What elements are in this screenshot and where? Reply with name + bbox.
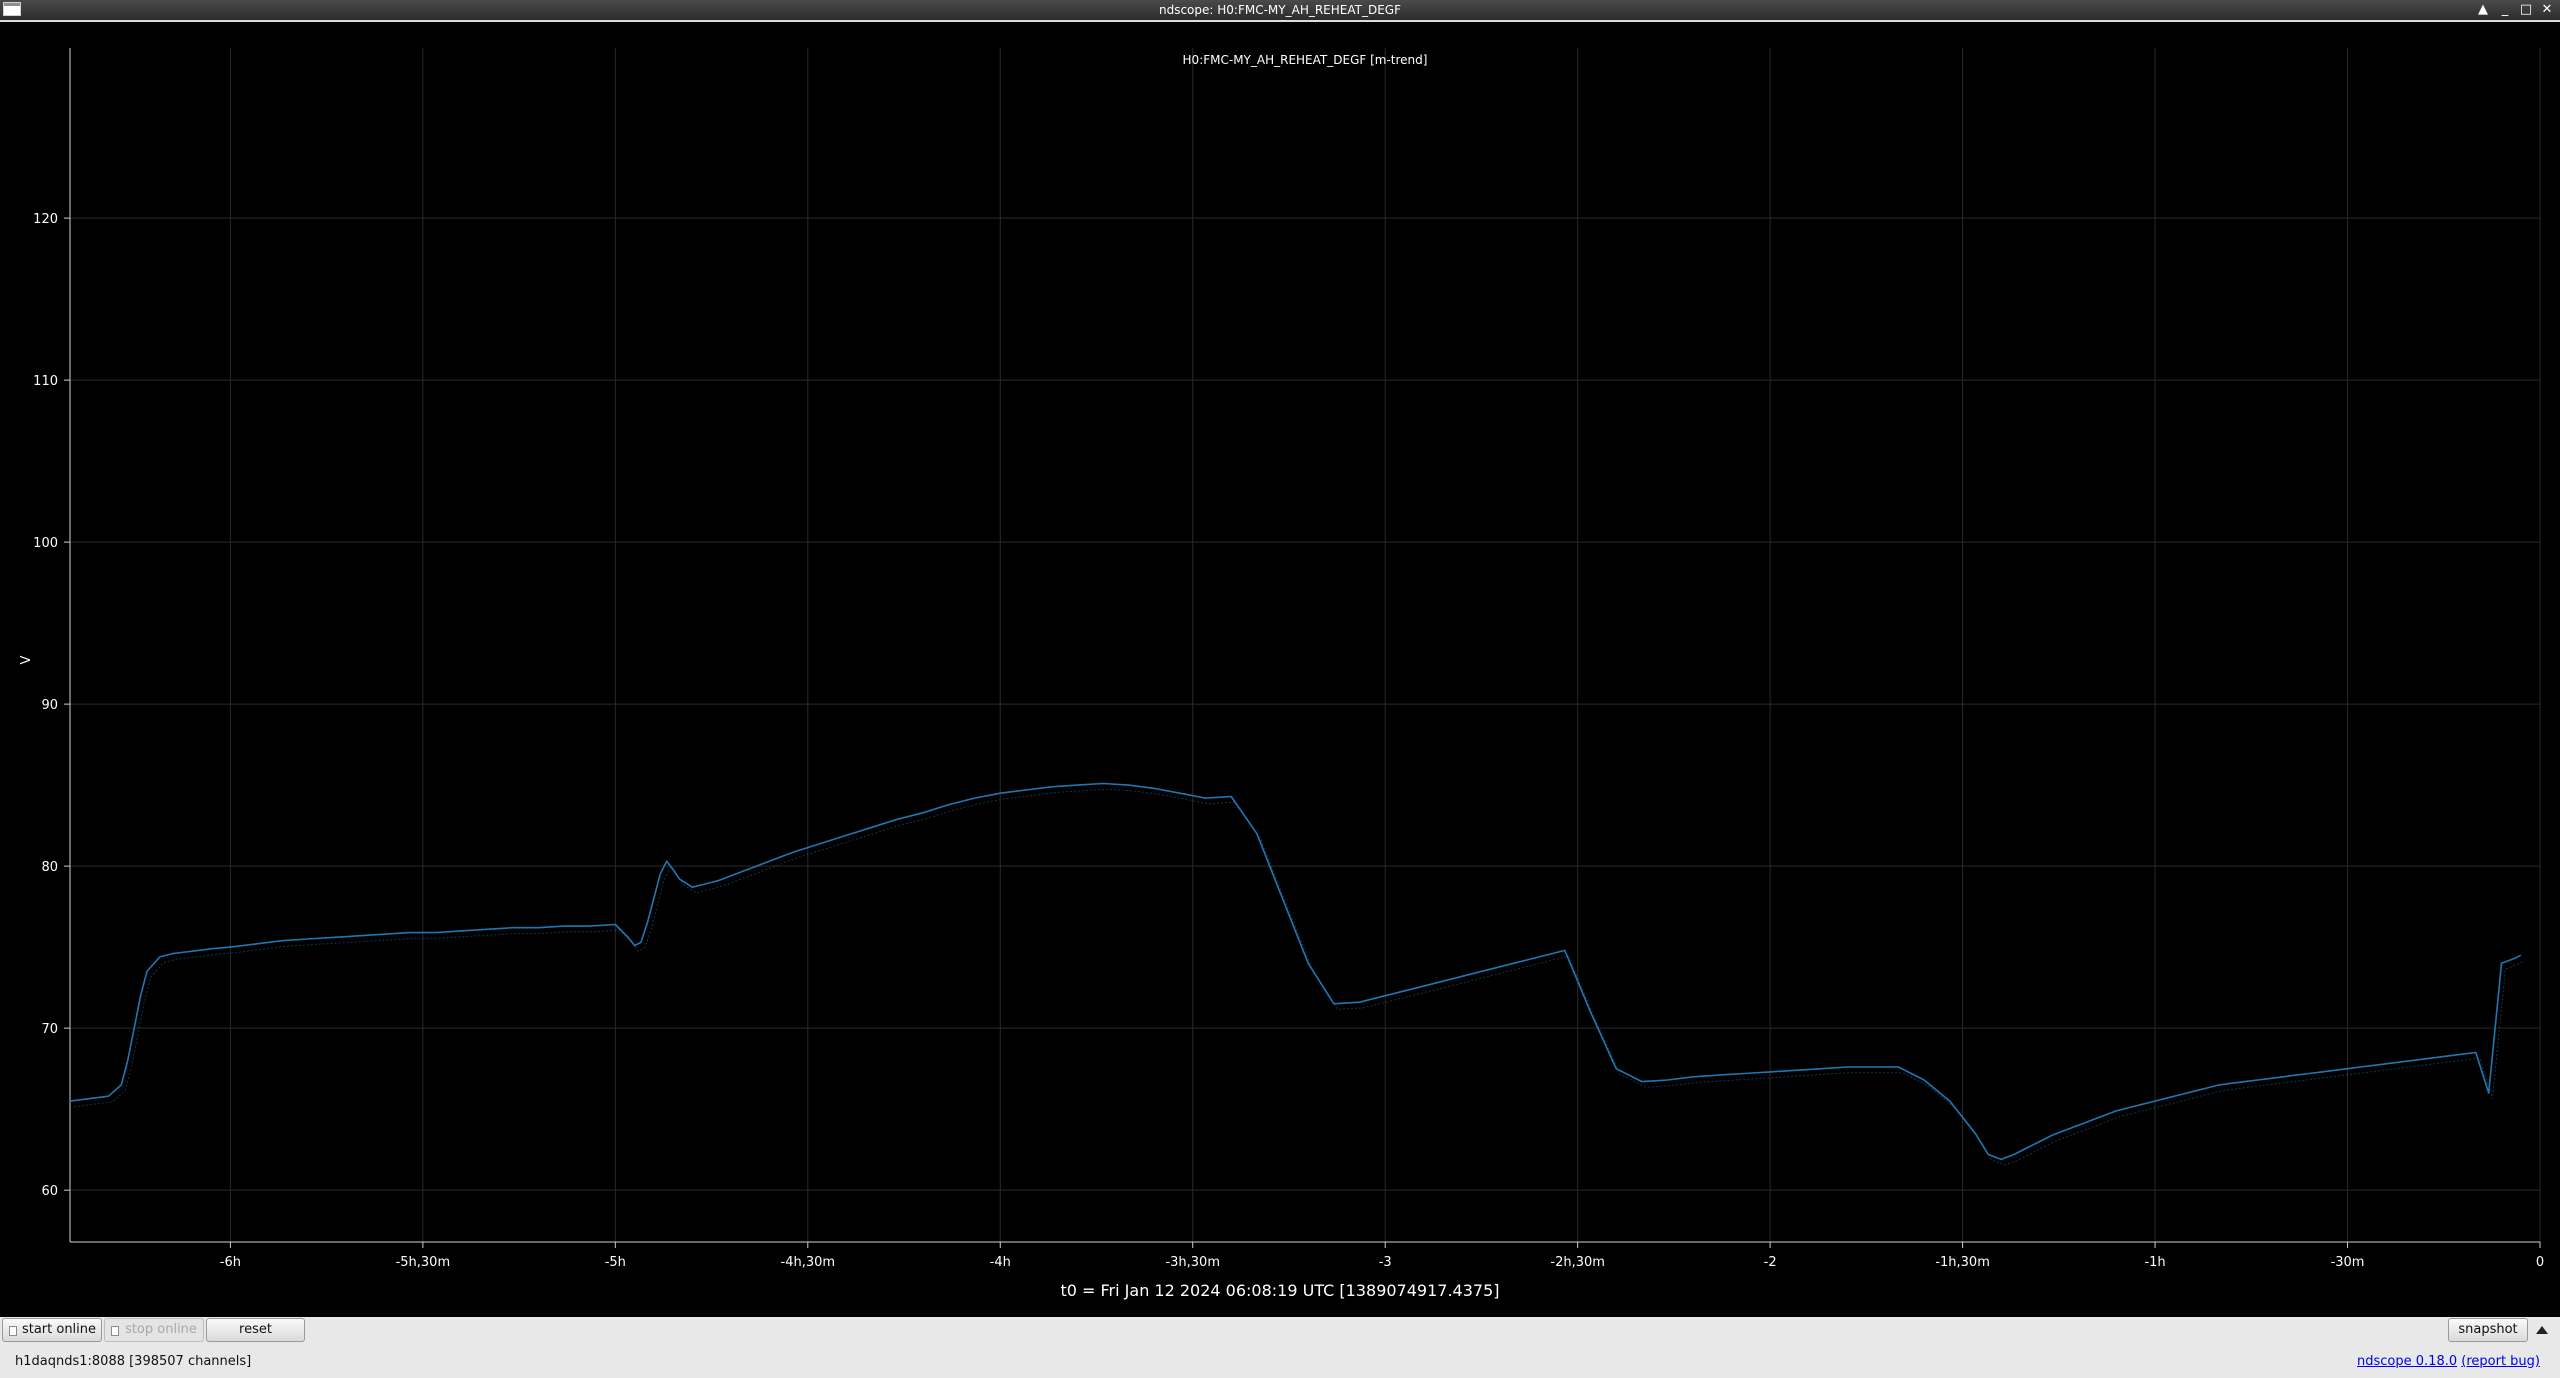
axes: -6h -5h,30m -5h -4h,30m -4h -3h,30m -3 -2h,30m -… xyxy=(33,48,2544,1270)
x-tick-label: -5h xyxy=(605,1255,626,1270)
grid xyxy=(70,48,2541,1242)
x-tick-label: -30m xyxy=(2331,1255,2365,1270)
status-bar: h1daqnds1:8088 [398507 channels] ndscope… xyxy=(0,1347,2560,1378)
snapshot-button[interactable]: snapshot xyxy=(2448,1318,2528,1342)
chart-title: H0:FMC-MY_AH_REHEAT_DEGF [m-trend] xyxy=(1183,53,1428,67)
report-bug-link[interactable]: (report bug) xyxy=(2461,1354,2540,1369)
trend-line xyxy=(69,782,2522,1161)
x-tick-label: -5h,30m xyxy=(396,1255,451,1270)
x-tick-label: -6h xyxy=(220,1255,241,1270)
trend-envelope xyxy=(73,788,2525,1166)
y-tick-label: 100 xyxy=(33,536,58,551)
t0-label: t0 = Fri Jan 12 2024 06:08:19 UTC [13890… xyxy=(1060,1281,1500,1300)
x-tick-label: -2h,30m xyxy=(1550,1255,1605,1270)
checkbox-icon xyxy=(111,1326,119,1336)
y-tick-label: 120 xyxy=(33,212,58,227)
x-tick-label: -4h xyxy=(990,1255,1011,1270)
title-bar: ndscope: H0:FMC-MY_AH_REHEAT_DEGF ▲ _ □ … xyxy=(0,0,2560,20)
stop-online-button[interactable]: stop online xyxy=(104,1318,204,1342)
start-online-button[interactable]: start online xyxy=(2,1318,102,1342)
x-tick-label: -4h,30m xyxy=(781,1255,836,1270)
trend-chart[interactable]: -6h -5h,30m -5h -4h,30m -4h -3h,30m -3 -2h,30m -… xyxy=(0,22,2560,1317)
expand-arrow-icon[interactable] xyxy=(2536,1326,2548,1334)
y-tick-label: 110 xyxy=(33,374,58,389)
y-tick-label: 60 xyxy=(41,1184,58,1199)
toolbar: start online stop online reset snapshot xyxy=(0,1317,2560,1347)
minimize-icon[interactable]: _ xyxy=(2496,2,2514,18)
series-group xyxy=(69,782,2525,1166)
version-link[interactable]: ndscope 0.18.0 xyxy=(2357,1354,2457,1369)
x-tick-label: -1h xyxy=(2144,1255,2165,1270)
stop-online-label: stop online xyxy=(125,1322,197,1337)
y-tick-label: 90 xyxy=(41,698,58,713)
server-status: h1daqnds1:8088 [398507 channels] xyxy=(15,1354,252,1369)
x-tick-label: -2 xyxy=(1764,1255,1777,1270)
start-online-label: start online xyxy=(21,1322,97,1337)
checkbox-icon xyxy=(9,1326,17,1336)
x-tick-label: -3h,30m xyxy=(1165,1255,1220,1270)
y-axis-label: V xyxy=(19,655,34,664)
plot-area[interactable]: -6h -5h,30m -5h -4h,30m -4h -3h,30m -3 -2h,30m -… xyxy=(0,22,2560,1317)
x-tick-label: -3 xyxy=(1379,1255,1392,1270)
x-tick-label: -1h,30m xyxy=(1935,1255,1990,1270)
reset-button[interactable]: reset xyxy=(206,1318,305,1342)
y-tick-label: 80 xyxy=(41,860,58,875)
maximize-icon[interactable]: □ xyxy=(2517,2,2535,18)
shade-icon[interactable]: ▲ xyxy=(2474,2,2492,18)
version-links: ndscope 0.18.0 (report bug) xyxy=(2357,1354,2540,1369)
close-icon[interactable]: ✕ xyxy=(2538,2,2556,18)
window-title: ndscope: H0:FMC-MY_AH_REHEAT_DEGF xyxy=(1158,3,1401,17)
y-tick-label: 70 xyxy=(41,1022,58,1037)
x-tick-label: 0 xyxy=(2536,1255,2544,1270)
